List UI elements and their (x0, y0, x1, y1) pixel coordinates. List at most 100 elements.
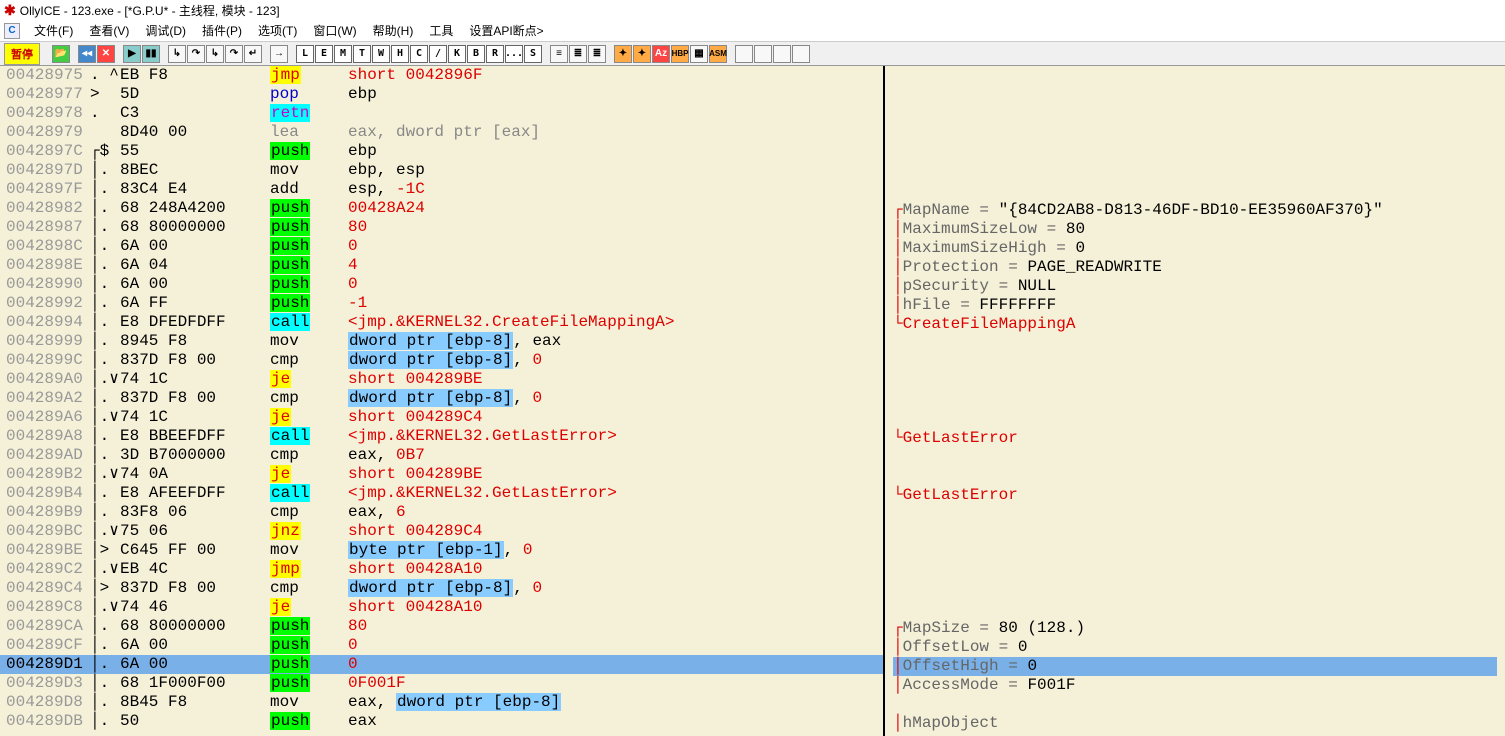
tb-e4-icon[interactable] (792, 45, 810, 63)
menu-item[interactable]: 调试(D) (137, 20, 194, 41)
disasm-row[interactable]: 00428977> 5Dpopebp (0, 85, 883, 104)
disasm-row[interactable]: 004289A6│.∨74 1Cjeshort 004289C4 (0, 408, 883, 427)
disasm-row[interactable]: 00428979 8D40 00leaeax, dword ptr [eax] (0, 123, 883, 142)
disasm-row[interactable]: 00428982│. 68 248A4200push00428A24 (0, 199, 883, 218)
tb-e1-icon[interactable] (735, 45, 753, 63)
disasm-row[interactable]: 00428990│. 6A 00push0 (0, 275, 883, 294)
operands: short 004289C4 (348, 408, 883, 427)
tb-pause-icon[interactable]: ▮▮ (142, 45, 160, 63)
tb-open-icon[interactable]: 📂 (52, 45, 70, 63)
tb-letter-r[interactable]: R (486, 45, 504, 63)
disasm-row[interactable]: 004289BE│> C645 FF 00movbyte ptr [ebp-1]… (0, 541, 883, 560)
tb-letter-t[interactable]: T (353, 45, 371, 63)
hex-bytes: 8BEC (120, 161, 270, 180)
disasm-row[interactable]: 004289B9│. 83F8 06cmpeax, 6 (0, 503, 883, 522)
disasm-row[interactable]: 004289D1│. 6A 00push0 (0, 655, 883, 674)
menu-item[interactable]: 窗口(W) (305, 20, 364, 41)
tb-asm-icon[interactable]: ASM (709, 45, 727, 63)
disasm-row[interactable]: 004289C8│.∨74 46jeshort 00428A10 (0, 598, 883, 617)
disasm-row[interactable]: 0042898E│. 6A 04push4 (0, 256, 883, 275)
mdi-icon[interactable]: C (4, 23, 20, 39)
disasm-row[interactable]: 004289C4│> 837D F8 00cmpdword ptr [ebp-8… (0, 579, 883, 598)
tb-letter-w[interactable]: W (372, 45, 390, 63)
tb-stepover-icon[interactable]: ↷ (187, 45, 205, 63)
tb-hbp-icon[interactable]: HBP (671, 45, 689, 63)
tb-stepinto-icon[interactable]: ↳ (168, 45, 186, 63)
info-line: └GetLastError (893, 486, 1497, 505)
disasm-row[interactable]: 00428987│. 68 80000000push80 (0, 218, 883, 237)
tb-letter-b[interactable]: B (467, 45, 485, 63)
disasm-row[interactable]: 00428978. C3retn (0, 104, 883, 123)
hex-bytes: 68 1F000F00 (120, 674, 270, 693)
disasm-row[interactable]: 004289DB│. 50pusheax (0, 712, 883, 731)
disasm-row[interactable]: 004289D8│. 8B45 F8moveax, dword ptr [ebp… (0, 693, 883, 712)
disasm-row[interactable]: 0042897F│. 83C4 E4addesp, -1C (0, 180, 883, 199)
disasm-row[interactable]: 00428975. ^EB F8jmpshort 0042896F (0, 66, 883, 85)
tb-letter-l[interactable]: L (296, 45, 314, 63)
address: 004289B2 (0, 465, 90, 484)
disasm-row[interactable]: 004289A0│.∨74 1Cjeshort 004289BE (0, 370, 883, 389)
info-line (893, 372, 1497, 391)
menu-item[interactable]: 插件(P) (194, 20, 250, 41)
disasm-row[interactable]: 004289AD│. 3D B7000000cmpeax, 0B7 (0, 446, 883, 465)
disasm-row[interactable]: 004289A8│. E8 BBEEFDFFcall<jmp.&KERNEL32… (0, 427, 883, 446)
operands: 0 (348, 655, 883, 674)
tb-list1-icon[interactable]: ≡ (550, 45, 568, 63)
tb-list3-icon[interactable]: ≣ (588, 45, 606, 63)
disasm-row[interactable]: 0042898C│. 6A 00push0 (0, 237, 883, 256)
disasm-row[interactable]: 004289D3│. 68 1F000F00push0F001F (0, 674, 883, 693)
disasm-row[interactable]: 00428999│. 8945 F8movdword ptr [ebp-8], … (0, 332, 883, 351)
tb-letter-k[interactable]: K (448, 45, 466, 63)
disasm-row[interactable]: 0042897D│. 8BECmovebp, esp (0, 161, 883, 180)
menu-item[interactable]: 工具 (421, 20, 461, 41)
disasm-row[interactable]: 004289CF│. 6A 00push0 (0, 636, 883, 655)
disasm-row[interactable]: 004289C2│.∨EB 4Cjmpshort 00428A10 (0, 560, 883, 579)
tb-e2-icon[interactable] (754, 45, 772, 63)
menu-item[interactable]: 设置API断点> (461, 20, 551, 41)
disasm-row[interactable]: 004289CA│. 68 80000000push80 (0, 617, 883, 636)
menu-item[interactable]: 帮助(H) (365, 20, 422, 41)
tb-letter-/[interactable]: / (429, 45, 447, 63)
menu-item[interactable]: 文件(F) (26, 20, 81, 41)
disasm-row[interactable]: 004289BC│.∨75 06jnzshort 004289C4 (0, 522, 883, 541)
disasm-row[interactable]: 0042899C│. 837D F8 00cmpdword ptr [ebp-8… (0, 351, 883, 370)
tb-return-icon[interactable]: ↵ (244, 45, 262, 63)
tb-list2-icon[interactable]: ≣ (569, 45, 587, 63)
disassembly-pane[interactable]: 00428975. ^EB F8jmpshort 0042896F0042897… (0, 66, 885, 736)
mark: │. (90, 294, 120, 313)
disasm-row[interactable]: 0042897C┌$ 55pushebp (0, 142, 883, 161)
tb-trace-icon[interactable]: ↳ (206, 45, 224, 63)
tb-rewind-icon[interactable]: ◂◂ (78, 45, 96, 63)
tb-letter-m[interactable]: M (334, 45, 352, 63)
window-titlebar: ✱ OllyICE - 123.exe - [*G.P.U* - 主线程, 模块… (0, 0, 1505, 20)
tb-az-icon[interactable]: Az (652, 45, 670, 63)
tb-cpu-icon[interactable]: ▦ (690, 45, 708, 63)
mnemonic: mov (270, 541, 348, 560)
disasm-row[interactable]: 00428994│. E8 DFEDFDFFcall<jmp.&KERNEL32… (0, 313, 883, 332)
disasm-row[interactable]: 004289A2│. 837D F8 00cmpdword ptr [ebp-8… (0, 389, 883, 408)
tb-play-icon[interactable]: ▶ (123, 45, 141, 63)
disasm-row[interactable]: 00428992│. 6A FFpush-1 (0, 294, 883, 313)
tb-letter-c[interactable]: C (410, 45, 428, 63)
menu-item[interactable]: 查看(V) (81, 20, 137, 41)
hex-bytes: 837D F8 00 (120, 351, 270, 370)
disasm-row[interactable]: 004289B4│. E8 AFEEFDFFcall<jmp.&KERNEL32… (0, 484, 883, 503)
mark: │. (90, 427, 120, 446)
mark: │. (90, 218, 120, 237)
tb-e3-icon[interactable] (773, 45, 791, 63)
tb-p2-icon[interactable]: ✦ (633, 45, 651, 63)
toolbar: 暂停 📂 ◂◂ ✕ ▶ ▮▮ ↳ ↷ ↳ ↷ ↵ → LEMTWHC/KBR..… (0, 42, 1505, 66)
tb-traceover-icon[interactable]: ↷ (225, 45, 243, 63)
info-line: │hFile = FFFFFFFF (893, 296, 1497, 315)
hex-bytes: 55 (120, 142, 270, 161)
tb-p1-icon[interactable]: ✦ (614, 45, 632, 63)
tb-letter-...[interactable]: ... (505, 45, 523, 63)
tb-letter-h[interactable]: H (391, 45, 409, 63)
tb-letter-s[interactable]: S (524, 45, 542, 63)
disasm-row[interactable]: 004289B2│.∨74 0Ajeshort 004289BE (0, 465, 883, 484)
menu-item[interactable]: 选项(T) (250, 20, 305, 41)
tb-goto-icon[interactable]: → (270, 45, 288, 63)
tb-letter-e[interactable]: E (315, 45, 333, 63)
tb-close-icon[interactable]: ✕ (97, 45, 115, 63)
info-line: ┌MapName = "{84CD2AB8-D813-46DF-BD10-EE3… (893, 201, 1497, 220)
